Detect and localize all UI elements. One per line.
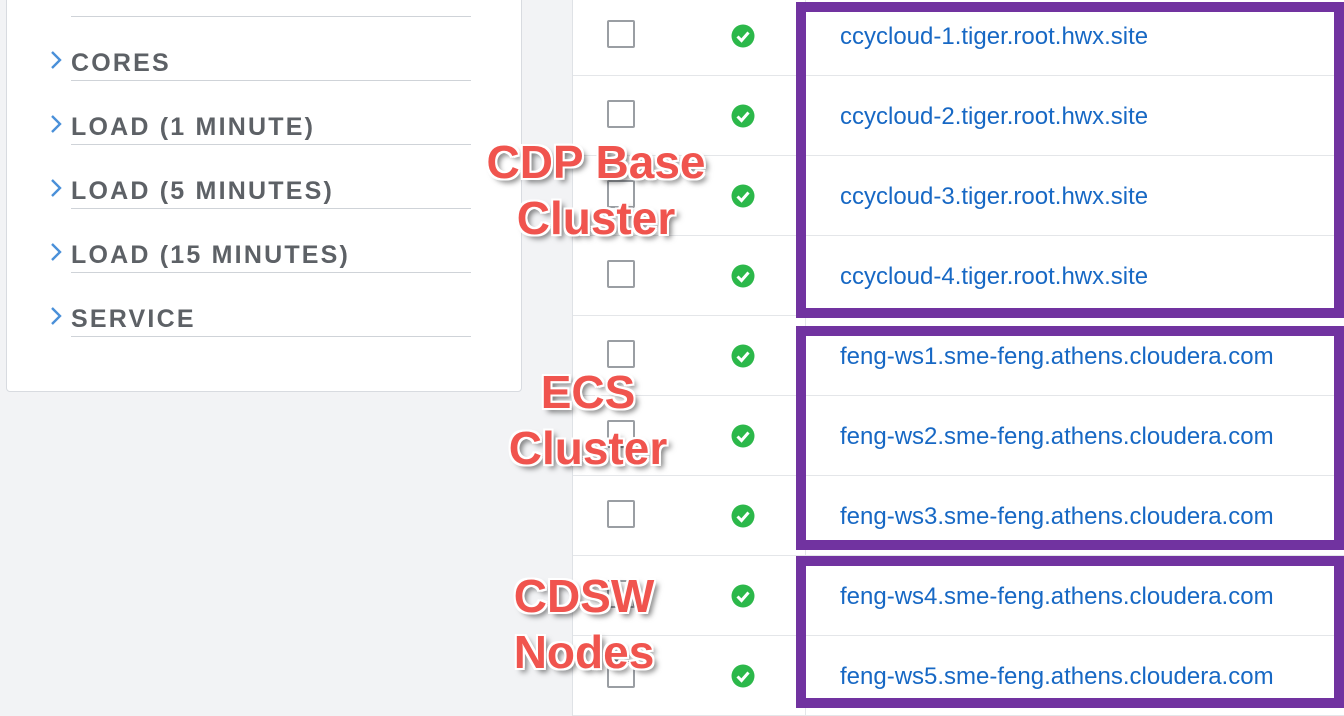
host-link[interactable]: ccycloud-4.tiger.root.hwx.site bbox=[840, 264, 1148, 290]
check-circle-icon bbox=[731, 184, 755, 208]
chevron-right-icon bbox=[51, 243, 62, 261]
check-circle-icon bbox=[731, 344, 755, 368]
host-link[interactable]: ccycloud-2.tiger.root.hwx.site bbox=[840, 104, 1148, 130]
table-row[interactable]: feng-ws3.sme-feng.athens.cloudera.com bbox=[573, 476, 1344, 556]
hosts-table: ccycloud-1.tiger.root.hwx.site ccycloud-… bbox=[572, 0, 1344, 716]
annotation-line: Cluster bbox=[516, 192, 676, 244]
filter-label: CORES bbox=[71, 49, 171, 77]
filter-label: LOAD (15 MINUTES) bbox=[71, 241, 351, 269]
annotation-line: Nodes bbox=[513, 626, 655, 678]
filter-item-partial[interactable] bbox=[71, 0, 471, 17]
filter-load-15-minutes[interactable]: LOAD (15 MINUTES) bbox=[51, 209, 471, 273]
cell-divider bbox=[805, 0, 806, 76]
cdp-base-annotation: CDP Base Cluster bbox=[468, 134, 724, 246]
filter-panel: CORES LOAD (1 MINUTE) LOAD (5 MINUTES) L… bbox=[6, 0, 522, 392]
row-select-checkbox[interactable] bbox=[607, 500, 635, 528]
filter-load-1-minute[interactable]: LOAD (1 MINUTE) bbox=[51, 81, 471, 145]
host-link[interactable]: feng-ws2.sme-feng.athens.cloudera.com bbox=[840, 424, 1274, 450]
filter-cores[interactable]: CORES bbox=[51, 17, 471, 81]
check-circle-icon bbox=[731, 104, 755, 128]
chevron-right-icon bbox=[51, 115, 62, 133]
filter-load-5-minutes[interactable]: LOAD (5 MINUTES) bbox=[51, 145, 471, 209]
filter-label: SERVICE bbox=[71, 305, 196, 333]
cell-divider bbox=[805, 476, 806, 556]
filter-label: LOAD (5 MINUTES) bbox=[71, 177, 334, 205]
table-row[interactable]: ccycloud-4.tiger.root.hwx.site bbox=[573, 236, 1344, 316]
cdsw-annotation: CDSW Nodes bbox=[484, 568, 684, 680]
cell-divider bbox=[805, 396, 806, 476]
host-link[interactable]: feng-ws1.sme-feng.athens.cloudera.com bbox=[840, 344, 1274, 370]
check-circle-icon bbox=[731, 504, 755, 528]
check-circle-icon bbox=[731, 584, 755, 608]
filter-label: LOAD (1 MINUTE) bbox=[71, 113, 316, 141]
cell-divider bbox=[805, 636, 806, 716]
chevron-right-icon bbox=[51, 179, 62, 197]
cell-divider bbox=[805, 156, 806, 236]
table-row[interactable]: feng-ws4.sme-feng.athens.cloudera.com bbox=[573, 556, 1344, 636]
host-link[interactable]: feng-ws4.sme-feng.athens.cloudera.com bbox=[840, 584, 1274, 610]
row-select-checkbox[interactable] bbox=[607, 20, 635, 48]
cell-divider bbox=[805, 316, 806, 396]
cell-divider bbox=[805, 556, 806, 636]
annotation-line: ECS bbox=[540, 366, 636, 418]
table-row[interactable]: feng-ws2.sme-feng.athens.cloudera.com bbox=[573, 396, 1344, 476]
check-circle-icon bbox=[731, 264, 755, 288]
table-row[interactable]: ccycloud-1.tiger.root.hwx.site bbox=[573, 0, 1344, 76]
row-select-checkbox[interactable] bbox=[607, 260, 635, 288]
check-circle-icon bbox=[731, 424, 755, 448]
check-circle-icon bbox=[731, 664, 755, 688]
host-link[interactable]: feng-ws5.sme-feng.athens.cloudera.com bbox=[840, 664, 1274, 690]
host-link[interactable]: feng-ws3.sme-feng.athens.cloudera.com bbox=[840, 504, 1274, 530]
check-circle-icon bbox=[731, 24, 755, 48]
table-row[interactable]: feng-ws1.sme-feng.athens.cloudera.com bbox=[573, 316, 1344, 396]
annotation-line: Cluster bbox=[508, 422, 668, 474]
cell-divider bbox=[805, 76, 806, 156]
filter-service[interactable]: SERVICE bbox=[51, 273, 471, 337]
host-link[interactable]: ccycloud-1.tiger.root.hwx.site bbox=[840, 24, 1148, 50]
annotation-line: CDP Base bbox=[486, 136, 706, 188]
host-link[interactable]: ccycloud-3.tiger.root.hwx.site bbox=[840, 184, 1148, 210]
chevron-right-icon bbox=[51, 51, 62, 69]
cell-divider bbox=[805, 236, 806, 316]
ecs-annotation: ECS Cluster bbox=[488, 364, 688, 476]
annotation-line: CDSW bbox=[513, 570, 655, 622]
row-select-checkbox[interactable] bbox=[607, 100, 635, 128]
table-row[interactable]: feng-ws5.sme-feng.athens.cloudera.com bbox=[573, 636, 1344, 716]
chevron-right-icon bbox=[51, 307, 62, 325]
